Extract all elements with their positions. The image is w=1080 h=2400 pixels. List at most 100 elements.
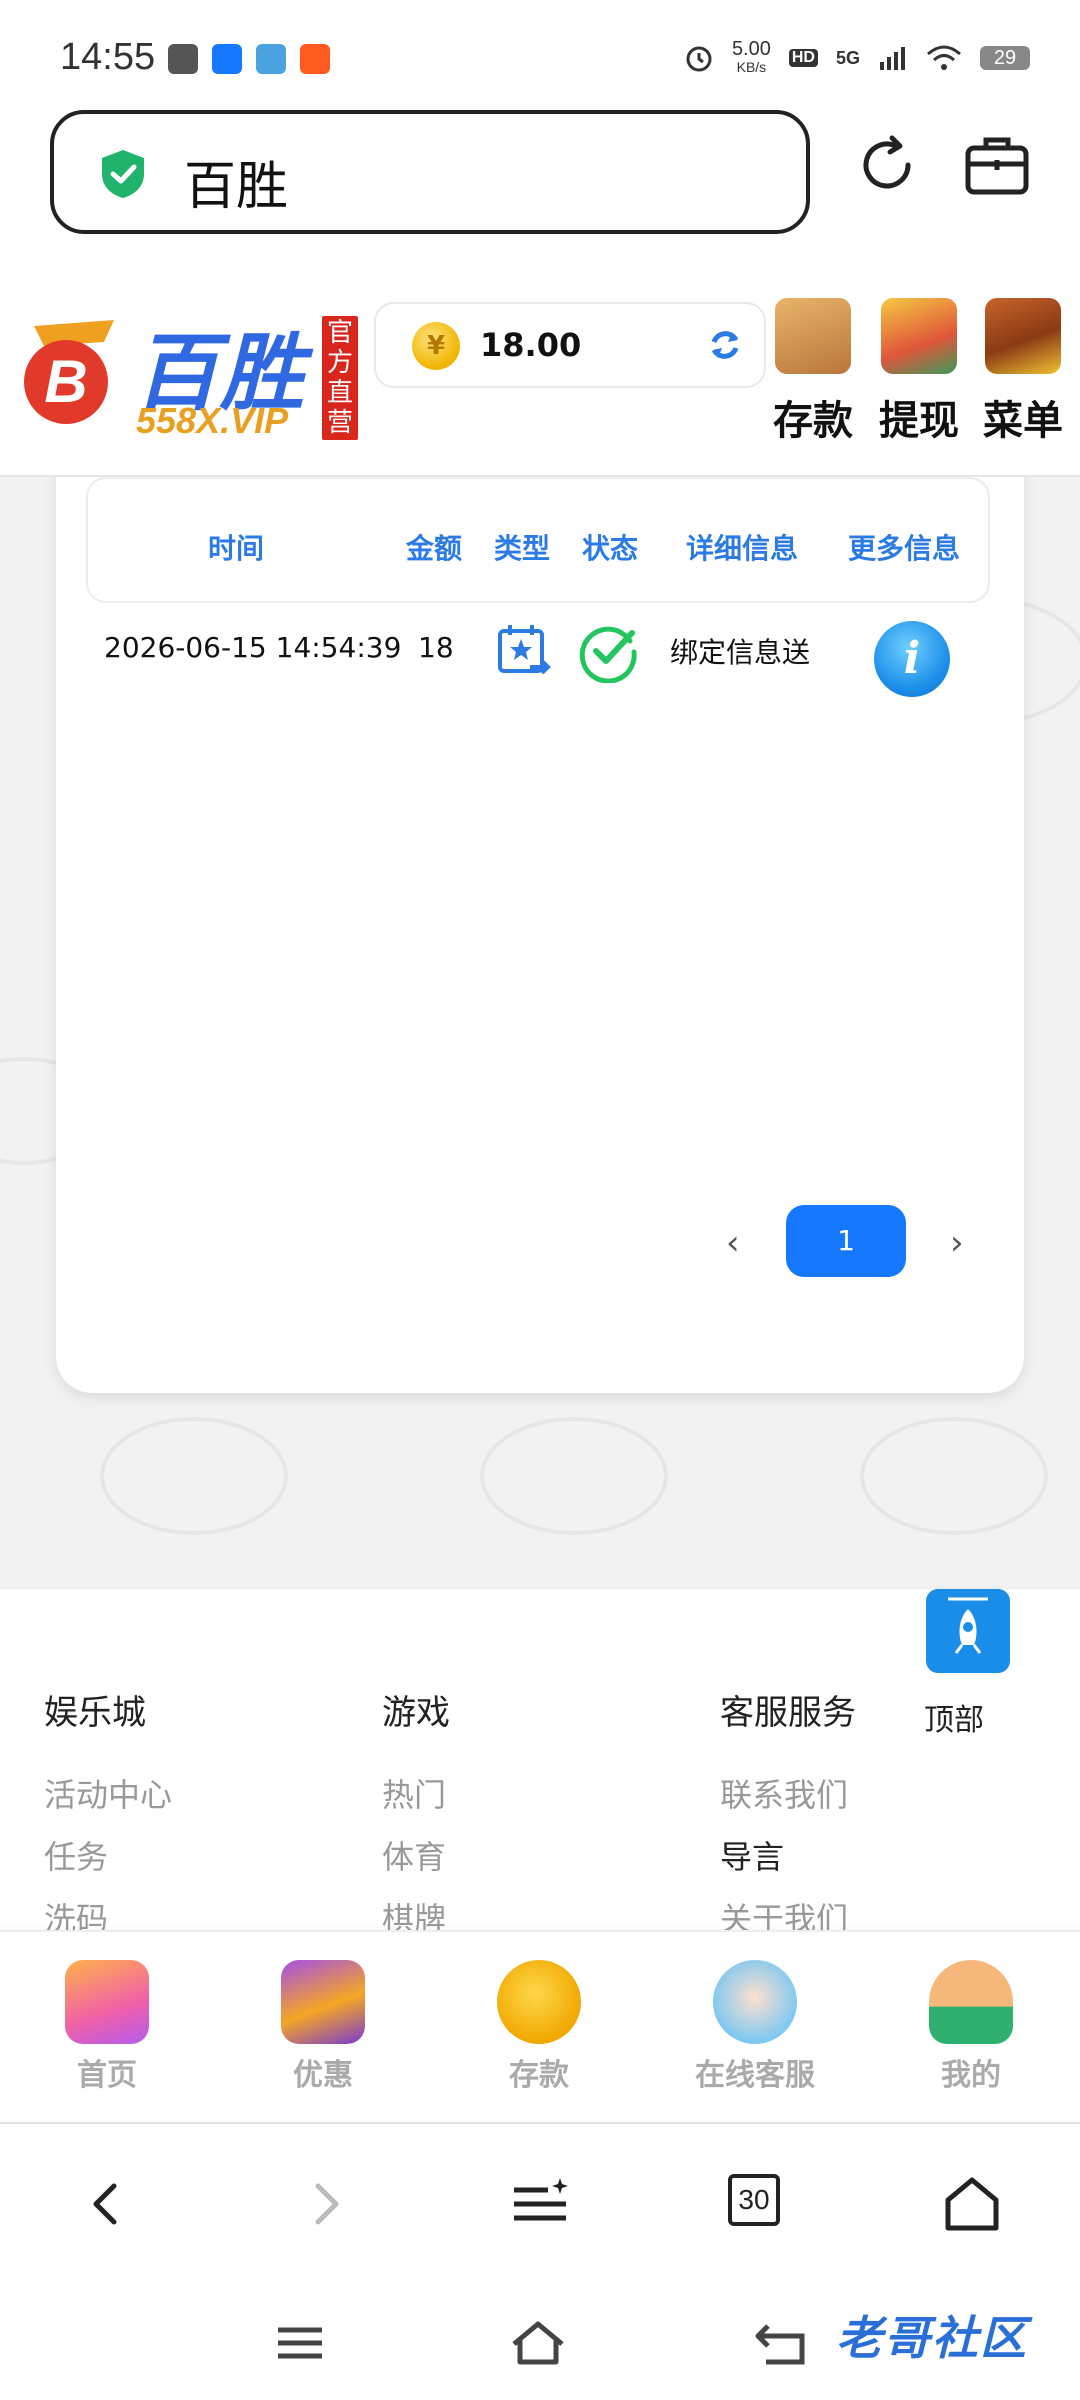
table-header: 时间 金额 类型 状态 详细信息 更多信息	[86, 477, 990, 603]
col-type: 类型	[494, 532, 551, 565]
treasure-chest-icon	[985, 298, 1061, 374]
browser-toolbar: 30	[0, 2122, 1080, 2280]
footer-heading: 客服服务	[720, 1693, 856, 1733]
status-right: 5.00 KB/s HD 5G 29	[684, 38, 1030, 76]
home-outline-icon[interactable]	[942, 2174, 1002, 2234]
nav-label: 优惠	[293, 2058, 353, 2093]
bg-pattern-ingot	[860, 1417, 1048, 1535]
refresh-balance-icon[interactable]	[706, 326, 744, 364]
url-text: 百胜	[184, 157, 289, 217]
coin-icon: ¥	[412, 322, 460, 370]
footer-link[interactable]: 体育	[382, 1832, 450, 1894]
status-app-icons	[168, 44, 330, 74]
system-back-icon[interactable]	[752, 2318, 812, 2368]
balance-value: 18.00	[480, 326, 582, 364]
net-speed: 5.00 KB/s	[731, 38, 771, 75]
footer-col-games: 游戏 热门 体育 棋牌	[382, 1685, 450, 1956]
battery-indicator: 29	[980, 46, 1030, 70]
nav-support[interactable]: 在线客服	[680, 1960, 830, 2094]
footer-link[interactable]: 热门	[382, 1770, 450, 1832]
balance-widget: ¥ 18.00	[374, 302, 766, 388]
pagination-next[interactable]: ›	[950, 1223, 964, 1263]
footer-heading: 游戏	[382, 1693, 450, 1733]
footer-link[interactable]: 任务	[44, 1832, 172, 1894]
footer-col-service: 客服服务 联系我们 导言 关于我们	[720, 1685, 856, 1956]
official-badge: 官方直营	[322, 316, 358, 440]
nav-deposit[interactable]: 存款	[464, 1960, 614, 2094]
site-footer: 顶部 娱乐城 活动中心 任务 洗码 游戏 热门 体育 棋牌 客服服务 联系我们 …	[0, 1587, 1080, 1938]
shield-check-icon	[102, 150, 144, 198]
deposit-label: 存款	[773, 398, 853, 444]
row-time: 2026-06-15 14:54:39	[104, 631, 402, 664]
bg-pattern-ingot	[100, 1417, 288, 1535]
row-detail: 绑定信息送	[670, 636, 811, 669]
recent-apps-icon[interactable]	[270, 2318, 330, 2368]
toolbox-icon[interactable]	[964, 134, 1030, 196]
col-time: 时间	[208, 532, 265, 565]
calendar-star-icon	[498, 625, 551, 675]
signal-icon	[880, 47, 905, 70]
footer-link[interactable]: 导言	[720, 1832, 856, 1894]
bg-pattern-ingot	[480, 1417, 668, 1535]
forward-icon[interactable]	[296, 2174, 356, 2234]
footer-link[interactable]: 联系我们	[720, 1770, 856, 1832]
row-amount: 18	[418, 631, 454, 664]
pagination-current[interactable]: 1	[786, 1205, 906, 1277]
nav-home[interactable]: 首页	[32, 1960, 182, 2094]
user-avatar-icon	[929, 1960, 1013, 2044]
system-home-icon[interactable]	[508, 2318, 568, 2368]
withdraw-action[interactable]: 提现	[874, 298, 964, 446]
wifi-icon	[927, 45, 961, 70]
taobao-icon	[300, 44, 330, 74]
col-status: 状态	[582, 532, 639, 565]
nav-promo[interactable]: 优惠	[248, 1960, 398, 2094]
gift-icon	[281, 1960, 365, 2044]
wallet-icon	[775, 298, 851, 374]
col-amount: 金额	[406, 532, 463, 565]
records-card: 时间 金额 类型 状态 详细信息 更多信息 2026-06-15 14:54:3…	[56, 477, 1024, 1393]
col-detail: 详细信息	[686, 532, 799, 565]
back-to-top-button[interactable]	[926, 1589, 1010, 1673]
menu-action[interactable]: 菜单	[978, 298, 1068, 446]
watermark-logo: 老哥社区	[836, 2311, 1028, 2365]
hd-badge: HD	[788, 49, 818, 67]
svg-text:B: B	[44, 348, 87, 415]
rocket-icon	[948, 1597, 988, 1654]
brand-domain: 558X.VIP	[136, 400, 289, 441]
deposit-action[interactable]: 存款	[768, 298, 858, 446]
url-field[interactable]: 百胜	[50, 110, 810, 234]
brand-logo-icon[interactable]: B	[14, 316, 126, 426]
nav-label: 首页	[77, 2058, 137, 2093]
tabs-count-button[interactable]: 30	[728, 2174, 780, 2226]
nav-label: 在线客服	[695, 2058, 815, 2093]
menu-sparkle-icon[interactable]	[510, 2174, 570, 2234]
nav-mine[interactable]: 我的	[896, 1960, 1046, 2094]
withdraw-icon	[881, 298, 957, 374]
pagination-prev[interactable]: ‹	[726, 1223, 740, 1263]
back-icon[interactable]	[76, 2174, 136, 2234]
network-type: 5G	[835, 47, 860, 68]
content-area: 时间 金额 类型 状态 详细信息 更多信息 2026-06-15 14:54:3…	[0, 477, 1080, 1587]
headset-support-icon	[713, 1960, 797, 2044]
nav-label: 我的	[941, 2058, 1001, 2093]
check-circle-icon	[579, 626, 637, 683]
menu-label: 菜单	[983, 398, 1063, 444]
nav-label: 存款	[509, 2058, 569, 2093]
coin-deposit-icon	[497, 1960, 581, 2044]
footer-heading: 娱乐城	[44, 1693, 146, 1733]
app-notification-icon	[256, 44, 286, 74]
status-bar: 14:55 5.00 KB/s HD 5G 29	[0, 0, 1080, 100]
notification-square-icon	[168, 44, 198, 74]
status-time: 14:55	[60, 36, 156, 78]
info-icon[interactable]: i	[874, 621, 950, 697]
site-bottom-nav: 首页 优惠 存款 在线客服 我的	[0, 1930, 1080, 2124]
footer-link[interactable]: 活动中心	[44, 1770, 172, 1832]
reload-icon[interactable]	[856, 134, 918, 196]
home-icon	[65, 1960, 149, 2044]
alipay-icon	[212, 44, 242, 74]
back-to-top-label: 顶部	[924, 1703, 984, 1738]
footer-col-casino: 娱乐城 活动中心 任务 洗码	[44, 1685, 172, 1956]
col-more: 更多信息	[848, 532, 961, 565]
system-nav-bar: 老哥社区	[0, 2278, 1080, 2400]
site-header: B 百胜 558X.VIP 官方直营 ¥ 18.00 存款 提现 菜单	[0, 250, 1080, 477]
